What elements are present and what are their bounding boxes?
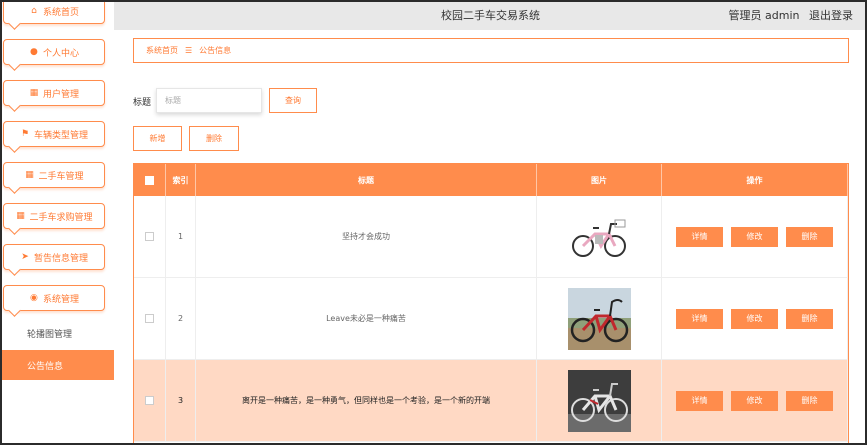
- grid-icon: ▦: [29, 88, 39, 98]
- row-image-cell: [537, 278, 662, 359]
- sidebar-item-label: 个人中心: [42, 48, 79, 59]
- row-title: Leave未必是一种痛苦: [196, 278, 537, 359]
- flag-icon: ⚑: [20, 129, 30, 139]
- detail-button[interactable]: 详情: [676, 226, 723, 247]
- top-header: 校园二手车交易系统 管理员 admin 退出登录: [114, 0, 867, 30]
- row-checkbox[interactable]: [145, 232, 154, 241]
- delete-button[interactable]: 删除: [786, 226, 833, 247]
- batch-delete-button[interactable]: 删除: [189, 126, 239, 151]
- row-ops: 详情 修改 删除: [662, 360, 848, 441]
- grid-icon: ▦: [16, 211, 25, 221]
- sidebar-subitem-label: 公告信息: [27, 361, 64, 372]
- location-icon: ◉: [30, 293, 38, 303]
- breadcrumb-current: 公告信息: [199, 46, 232, 55]
- person-icon: ●: [30, 47, 38, 57]
- sidebar-subitem-label: 轮播图管理: [27, 329, 73, 340]
- row-checkbox-cell: [134, 360, 166, 441]
- row-ops: 详情 修改 删除: [662, 196, 848, 277]
- grid-icon: ▦: [25, 170, 34, 180]
- detail-button[interactable]: 详情: [676, 308, 723, 329]
- sidebar-item-label: 系统首页: [42, 7, 79, 18]
- table-row: 2 Leave未必是一种痛苦 详情 修改 删除: [134, 278, 848, 360]
- sidebar-item-label: 系统管理: [42, 294, 79, 305]
- add-button[interactable]: 新增: [133, 126, 182, 151]
- delete-button[interactable]: 删除: [786, 308, 833, 329]
- red-cruiser-bike-image: [567, 287, 631, 350]
- detail-button[interactable]: 详情: [676, 390, 723, 411]
- header-ops: 操作: [662, 164, 848, 196]
- search-input[interactable]: [156, 88, 262, 113]
- sidebar-item-label: 二手车管理: [38, 171, 84, 182]
- user-area: 管理员 admin 退出登录: [723, 7, 853, 23]
- row-index: 2: [166, 278, 196, 359]
- table-row: 1 坚持才会成功 详情 修改 删除: [134, 196, 848, 278]
- e-bike-image: [567, 205, 631, 268]
- header-index: 索引: [166, 164, 196, 196]
- header-checkbox-cell: [134, 164, 166, 196]
- breadcrumb: 系统首页 ☰ 公告信息: [133, 38, 849, 63]
- row-image-cell: [537, 360, 662, 441]
- user-label: 管理员 admin: [728, 9, 800, 22]
- breadcrumb-separator-icon: ☰: [185, 46, 193, 55]
- table-header: 索引 标题 图片 操作: [134, 164, 848, 196]
- row-checkbox[interactable]: [145, 314, 154, 323]
- home-icon: ⌂: [31, 6, 37, 16]
- edit-button[interactable]: 修改: [731, 226, 778, 247]
- sidebar-item-used-cars[interactable]: ▦ 二手车管理: [3, 162, 105, 188]
- sidebar: ⌂ 系统首页 ● 个人中心 ▦ 用户管理 ⚑ 车辆类型管理 ▦ 二手车管理 ▦ …: [0, 0, 114, 445]
- row-title: 坚持才会成功: [196, 196, 537, 277]
- row-ops: 详情 修改 删除: [662, 278, 848, 359]
- send-icon: ➤: [21, 252, 29, 262]
- table-row: 3 离开是一种痛苦，是一种勇气，但同样也是一个考验，是一个新的开端 详情 修改 …: [134, 360, 848, 442]
- edit-button[interactable]: 修改: [731, 308, 778, 329]
- row-title: 离开是一种痛苦，是一种勇气，但同样也是一个考验，是一个新的开端: [196, 360, 537, 441]
- breadcrumb-home[interactable]: 系统首页: [146, 45, 178, 56]
- sidebar-item-label: 用户管理: [42, 89, 79, 100]
- edit-button[interactable]: 修改: [731, 390, 778, 411]
- announcement-table: 索引 标题 图片 操作 1 坚持才会成功 详情 修改 删除 2 Leave未必是…: [133, 163, 849, 445]
- sidebar-item-label: 车辆类型管理: [33, 130, 88, 141]
- row-checkbox-cell: [134, 196, 166, 277]
- search-button[interactable]: 查询: [269, 88, 317, 113]
- row-checkbox[interactable]: [145, 396, 154, 405]
- sidebar-item-profile[interactable]: ● 个人中心: [3, 39, 105, 65]
- delete-button[interactable]: 删除: [786, 390, 833, 411]
- sidebar-item-vehicle-types[interactable]: ⚑ 车辆类型管理: [3, 121, 105, 147]
- sidebar-item-label: 暂告信息管理: [33, 253, 88, 264]
- row-image-cell: [537, 196, 662, 277]
- header-image: 图片: [537, 164, 662, 196]
- sidebar-item-notices[interactable]: ➤ 暂告信息管理: [3, 244, 105, 270]
- sidebar-item-label: 二手车求购管理: [29, 212, 93, 223]
- sidebar-subitem-carousel[interactable]: 轮播图管理: [0, 318, 114, 348]
- sidebar-item-users[interactable]: ▦ 用户管理: [3, 80, 105, 106]
- search-label: 标题: [133, 98, 152, 108]
- header-title: 标题: [196, 164, 537, 196]
- select-all-checkbox[interactable]: [145, 175, 154, 185]
- sidebar-subitem-announcements[interactable]: 公告信息: [0, 350, 114, 380]
- sidebar-item-system[interactable]: ◉ 系统管理: [3, 285, 105, 311]
- sidebar-item-purchase-requests[interactable]: ▦ 二手车求购管理: [3, 203, 105, 229]
- sidebar-item-home[interactable]: ⌂ 系统首页: [3, 0, 105, 24]
- logout-link[interactable]: 退出登录: [809, 9, 853, 22]
- row-index: 1: [166, 196, 196, 277]
- grey-bike-image: [567, 369, 631, 432]
- row-checkbox-cell: [134, 278, 166, 359]
- row-index: 3: [166, 360, 196, 441]
